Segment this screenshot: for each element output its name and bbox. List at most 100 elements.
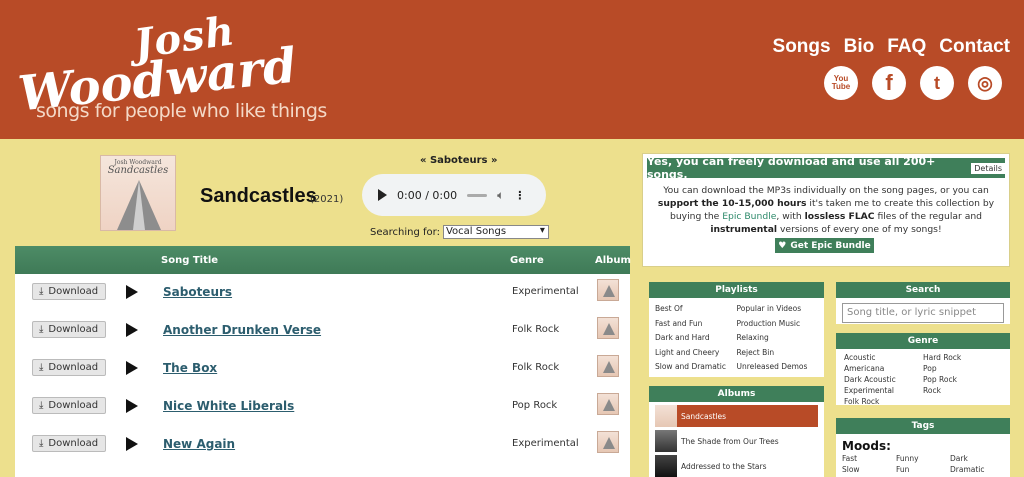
- table-row: ⤓ Download Nice White Liberals Pop Rock: [15, 388, 630, 426]
- download-icon: ⤓: [39, 286, 44, 297]
- download-button[interactable]: ⤓ Download: [32, 397, 106, 414]
- table-row: ⤓ Download The Box Folk Rock: [15, 350, 630, 388]
- song-genre: Pop Rock: [512, 400, 558, 411]
- search-title: Search: [836, 282, 1010, 298]
- genre-panel: Genre Acoustic Americana Dark Acoustic E…: [836, 333, 1010, 407]
- album-thumb: [655, 405, 677, 427]
- site-logo[interactable]: Josh Woodward songs for people who like …: [14, 7, 327, 125]
- genre-link[interactable]: Americana: [844, 363, 923, 374]
- tag-link[interactable]: Fun: [896, 464, 950, 475]
- social-links: You Tube f t ◎: [824, 66, 1002, 100]
- col-song-title: Song Title: [161, 255, 219, 266]
- nav-faq[interactable]: FAQ: [887, 36, 926, 58]
- playlist-link[interactable]: Relaxing: [737, 331, 819, 346]
- info-text: You can download the MP3s individually o…: [657, 185, 995, 235]
- playlist-link[interactable]: Best Of: [655, 302, 737, 317]
- playlist-link[interactable]: Dark and Hard: [655, 331, 737, 346]
- genre-link[interactable]: Acoustic: [844, 352, 923, 363]
- audio-player: 0:00 / 0:00 🔈︎ ⋮: [362, 174, 546, 216]
- search-filter-label: Searching for:: [370, 226, 440, 238]
- genre-link[interactable]: Folk Rock: [844, 396, 923, 407]
- more-options-icon[interactable]: ⋮: [514, 189, 525, 202]
- tag-link[interactable]: Slow: [842, 464, 896, 475]
- nav-contact[interactable]: Contact: [939, 36, 1010, 58]
- instagram-icon[interactable]: ◎: [968, 66, 1002, 100]
- playlist-link[interactable]: Unreleased Demos: [737, 360, 819, 375]
- album-thumb: [655, 455, 677, 477]
- nav-bio[interactable]: Bio: [844, 36, 875, 58]
- genre-link[interactable]: Pop Rock: [923, 374, 1002, 385]
- album-thumb[interactable]: [597, 279, 619, 301]
- play-icon[interactable]: [378, 189, 387, 201]
- search-input[interactable]: Song title, or lyric snippet: [842, 303, 1004, 323]
- album-thumb[interactable]: [597, 317, 619, 339]
- album-thumb[interactable]: [597, 393, 619, 415]
- search-filter-select[interactable]: Vocal Songs: [442, 225, 549, 239]
- play-icon[interactable]: [126, 323, 138, 337]
- main-nav: Songs Bio FAQ Contact: [773, 36, 1010, 58]
- genre-link[interactable]: Hard Rock: [923, 352, 1002, 363]
- free-download-info: Yes, you can freely download and use all…: [642, 153, 1010, 267]
- genre-title: Genre: [836, 333, 1010, 349]
- albums-title: Albums: [649, 386, 824, 402]
- site-tagline: songs for people who like things: [36, 100, 327, 122]
- genre-link[interactable]: Pop: [923, 363, 1002, 374]
- song-link[interactable]: The Box: [163, 361, 217, 375]
- song-link[interactable]: Saboteurs: [163, 285, 232, 299]
- tag-link[interactable]: Dramatic: [950, 464, 1004, 475]
- album-item-selected[interactable]: Sandcastles: [655, 405, 818, 427]
- download-button[interactable]: ⤓ Download: [32, 283, 106, 300]
- playlist-link[interactable]: Production Music: [737, 317, 819, 332]
- progress-slider[interactable]: [467, 193, 488, 197]
- genre-link[interactable]: Experimental: [844, 385, 923, 396]
- download-button[interactable]: ⤓ Download: [32, 435, 106, 452]
- play-icon[interactable]: [126, 437, 138, 451]
- table-row: ⤓ Download New Again Experimental: [15, 426, 630, 464]
- genre-link[interactable]: Dark Acoustic: [844, 374, 923, 385]
- details-button[interactable]: Details: [971, 162, 1005, 174]
- playlist-link[interactable]: Light and Cheery: [655, 346, 737, 361]
- table-row: ⤓ Download Another Drunken Verse Folk Roc…: [15, 312, 630, 350]
- download-icon: ⤓: [39, 362, 44, 373]
- col-genre: Genre: [510, 255, 544, 266]
- song-link[interactable]: Nice White Liberals: [163, 399, 294, 413]
- col-album: Album: [595, 255, 631, 266]
- genre-link[interactable]: Rock: [923, 385, 1002, 396]
- album-title: Sandcastles: [200, 185, 317, 207]
- time-display: 0:00 / 0:00: [397, 188, 458, 202]
- play-icon[interactable]: [126, 399, 138, 413]
- album-item[interactable]: Addressed to the Stars: [655, 455, 818, 477]
- playlist-link[interactable]: Fast and Fun: [655, 317, 737, 332]
- playlist-link[interactable]: Reject Bin: [737, 346, 819, 361]
- playlist-link[interactable]: Popular in Videos: [737, 302, 819, 317]
- youtube-icon[interactable]: You Tube: [824, 66, 858, 100]
- tag-link[interactable]: Fast: [842, 453, 896, 464]
- get-epic-bundle-button[interactable]: ♥ Get Epic Bundle: [775, 238, 874, 253]
- table-row: ⤓ Download Saboteurs Experimental: [15, 274, 630, 312]
- song-link[interactable]: Another Drunken Verse: [163, 323, 321, 337]
- playlists-panel: Playlists Best Of Fast and Fun Dark and …: [649, 282, 824, 377]
- volume-icon[interactable]: 🔈︎: [497, 188, 504, 203]
- twitter-icon[interactable]: t: [920, 66, 954, 100]
- download-button[interactable]: ⤓ Download: [32, 359, 106, 376]
- heart-icon: ♥: [778, 240, 787, 251]
- facebook-icon[interactable]: f: [872, 66, 906, 100]
- album-thumb: [655, 430, 677, 452]
- song-genre: Experimental: [512, 438, 579, 449]
- playlist-link[interactable]: Slow and Dramatic: [655, 360, 737, 375]
- play-icon[interactable]: [126, 361, 138, 375]
- album-item[interactable]: The Shade from Our Trees: [655, 430, 818, 452]
- album-thumb[interactable]: [597, 431, 619, 453]
- song-link[interactable]: New Again: [163, 437, 235, 451]
- epic-bundle-link[interactable]: Epic Bundle: [722, 211, 776, 222]
- play-icon[interactable]: [126, 285, 138, 299]
- table-header: Song Title Genre Album: [15, 246, 631, 274]
- nav-songs[interactable]: Songs: [773, 36, 831, 58]
- download-icon: ⤓: [39, 324, 44, 335]
- song-genre: Folk Rock: [512, 362, 560, 373]
- tag-link[interactable]: Funny: [896, 453, 950, 464]
- download-button[interactable]: ⤓ Download: [32, 321, 106, 338]
- cover-artwork: [117, 180, 161, 230]
- tag-link[interactable]: Dark: [950, 453, 1004, 464]
- album-thumb[interactable]: [597, 355, 619, 377]
